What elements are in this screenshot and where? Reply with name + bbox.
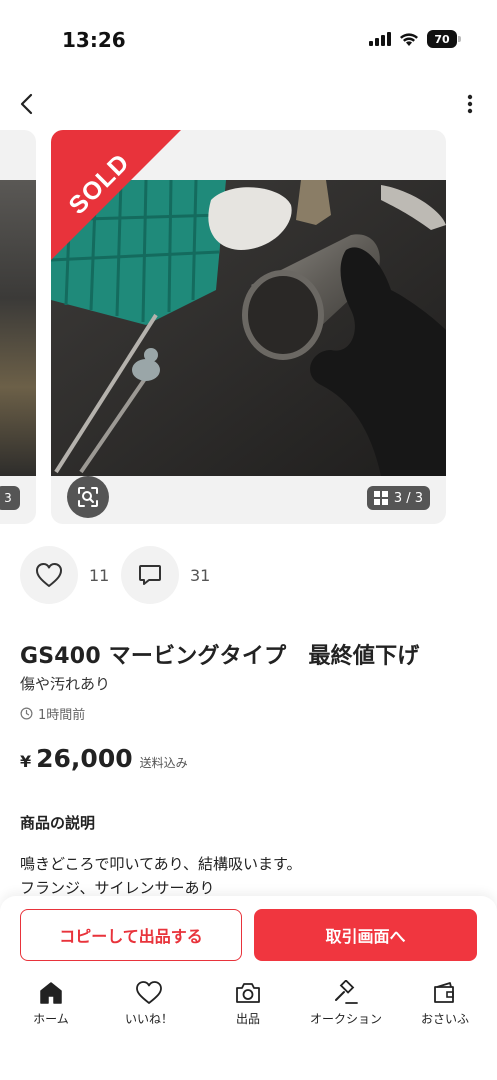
- more-vertical-icon: [467, 94, 473, 114]
- status-icons: 70: [369, 30, 461, 48]
- previous-slide[interactable]: 3: [0, 130, 36, 524]
- back-button[interactable]: [14, 90, 42, 118]
- battery-icon: 70: [427, 30, 461, 48]
- description-heading: 商品の説明: [20, 814, 96, 832]
- tab-label: ホーム: [33, 1012, 69, 1026]
- tab-sell[interactable]: 出品: [203, 980, 293, 1027]
- camera-icon: [236, 983, 260, 1003]
- item-title: GS400 マービングタイプ 最終値下げ: [20, 644, 420, 669]
- product-photo-previous: [0, 180, 36, 476]
- image-carousel[interactable]: 3 SOLD 3 / 3: [0, 130, 497, 526]
- shipping-label: 送料込み: [139, 756, 188, 770]
- grid-icon: [373, 491, 388, 505]
- price-value: 26,000: [36, 744, 133, 773]
- signal-icon: [369, 32, 391, 46]
- tab-wallet[interactable]: おさいふ: [400, 980, 490, 1027]
- image-counter-label: 3 / 3: [393, 490, 423, 506]
- previous-slide-counter: 3: [0, 486, 20, 510]
- posted-time-label: 1時間前: [38, 708, 86, 723]
- item-price: ¥ 26,000 送料込み: [20, 744, 188, 773]
- tab-label: おさいふ: [420, 1012, 469, 1026]
- tab-label: いいね！: [124, 1012, 173, 1026]
- price-currency: ¥: [20, 752, 32, 771]
- more-menu-button[interactable]: [465, 92, 475, 116]
- comment-button[interactable]: [121, 546, 179, 604]
- heart-icon: [136, 981, 162, 1004]
- home-icon: [40, 982, 62, 1004]
- tab-auction[interactable]: オークション: [301, 980, 391, 1027]
- trade-screen-button[interactable]: 取引画面へ: [254, 909, 477, 961]
- chevron-left-icon: [20, 93, 33, 115]
- current-slide[interactable]: SOLD 3 / 3: [51, 130, 446, 524]
- comment-icon: [139, 565, 161, 585]
- comment-count: 31: [190, 566, 211, 585]
- tab-likes[interactable]: いいね！: [104, 980, 194, 1027]
- gavel-icon: [335, 980, 358, 1004]
- image-counter[interactable]: 3 / 3: [366, 486, 430, 510]
- tab-home[interactable]: ホーム: [6, 980, 96, 1027]
- tab-label: オークション: [309, 1012, 382, 1026]
- copy-listing-button[interactable]: コピーして出品する: [20, 909, 242, 961]
- image-search-button[interactable]: [67, 476, 109, 518]
- wifi-icon: [400, 32, 418, 46]
- like-count: 11: [89, 566, 110, 585]
- item-condition: 傷や汚れあり: [20, 675, 111, 693]
- lens-scan-icon: [78, 487, 98, 507]
- tab-label: 出品: [235, 1012, 260, 1026]
- wallet-icon: [434, 982, 454, 1003]
- item-description: 鳴きどころで叩いてあり、結構吸います。 フランジ、サイレンサーあり: [20, 852, 302, 900]
- bottom-tab-bar: ホーム いいね！ 出品 オークション おさいふ: [0, 980, 497, 1040]
- heart-icon: [36, 563, 62, 587]
- description-line: 鳴きどころで叩いてあり、結構吸います。: [20, 855, 302, 873]
- status-time: 13:26: [62, 28, 126, 52]
- posted-time: 1時間前: [20, 704, 85, 723]
- like-button[interactable]: [20, 546, 78, 604]
- clock-icon: [20, 707, 33, 720]
